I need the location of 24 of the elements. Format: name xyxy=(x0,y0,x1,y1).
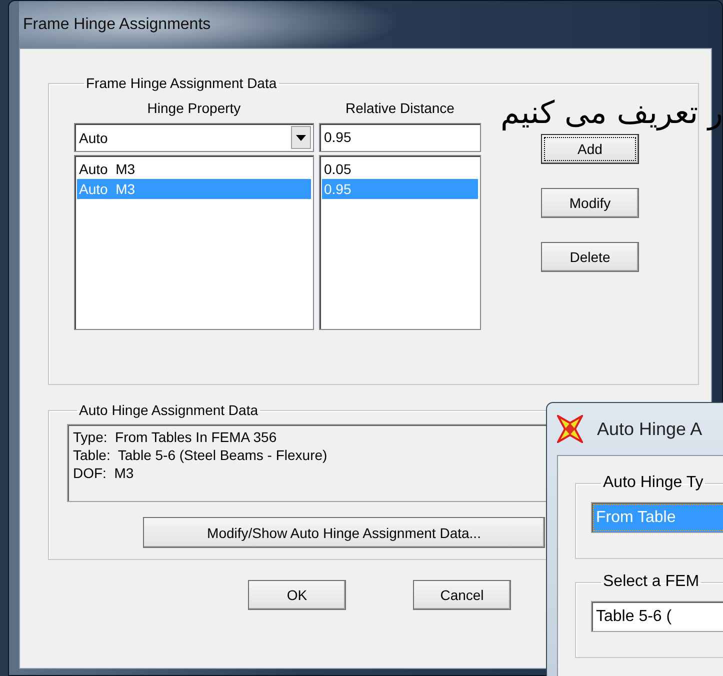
dialog-button[interactable]: OK xyxy=(248,580,346,610)
list-item[interactable]: 0.05 xyxy=(322,159,478,179)
window-title: Frame Hinge Assignments xyxy=(23,16,211,34)
action-button[interactable]: Modify xyxy=(541,188,639,218)
dropdown-arrow-icon[interactable] xyxy=(296,134,306,140)
hinge-property-dropdown[interactable]: Auto xyxy=(74,123,314,152)
group-title: Auto Hinge Assignment Data xyxy=(78,402,259,418)
group-title: Auto Hinge Ty xyxy=(602,474,704,492)
modify-show-button[interactable]: Modify/Show Auto Hinge Assignment Data... xyxy=(143,517,545,548)
group-title: Frame Hinge Assignment Data xyxy=(85,75,278,91)
list-item[interactable]: Auto M3 xyxy=(77,159,311,179)
relative-distance-field[interactable]: 0.95 xyxy=(319,123,481,152)
info-line: DOF: M3 xyxy=(73,464,134,482)
window-title: Auto Hinge A xyxy=(597,418,702,440)
action-button[interactable]: Add xyxy=(541,134,639,164)
info-line: Type: From Tables In FEMA 356 xyxy=(73,428,277,446)
column-label: Relative Distance xyxy=(344,99,456,118)
app-icon xyxy=(557,415,583,443)
column-label: Hinge Property xyxy=(146,99,242,118)
action-button[interactable]: Delete xyxy=(541,242,639,272)
group-title: Select a FEM xyxy=(602,573,700,591)
info-line: Table: Table 5-6 (Steel Beams - Flexure) xyxy=(73,446,328,464)
table-dropdown[interactable]: Table 5-6 ( xyxy=(591,601,723,632)
dialog-button[interactable]: Cancel xyxy=(413,580,511,610)
